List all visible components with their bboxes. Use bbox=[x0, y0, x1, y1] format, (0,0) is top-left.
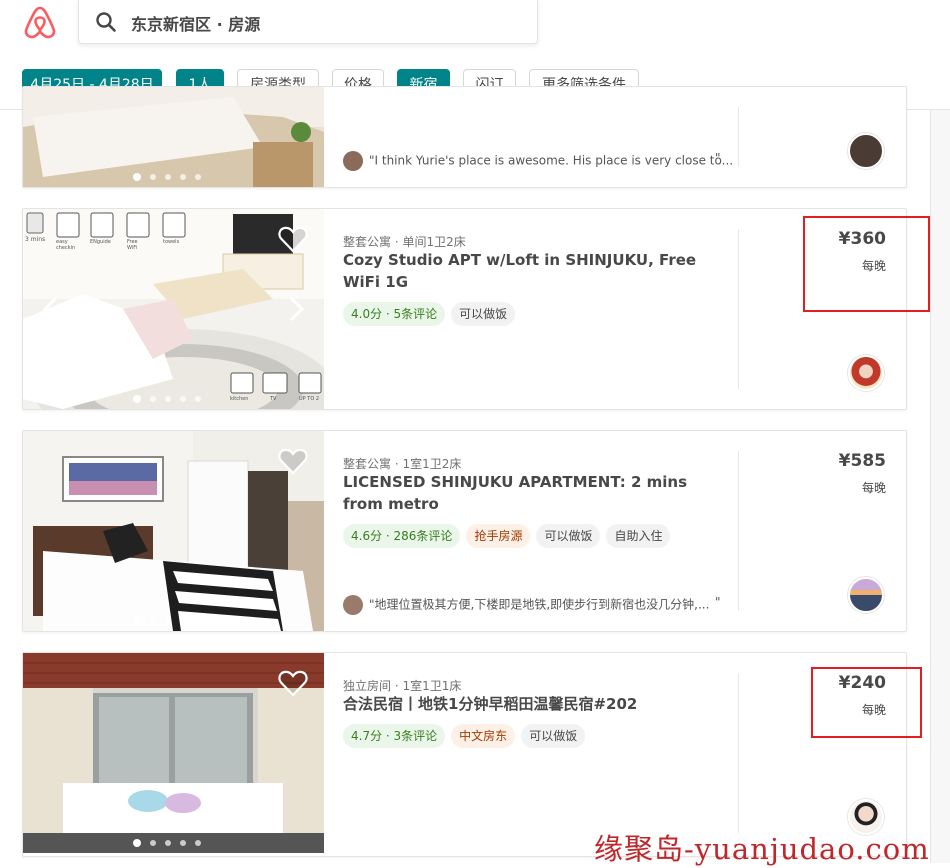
listing-title[interactable]: LICENSED SHINJUKU APARTMENT: 2 mins from… bbox=[343, 471, 713, 515]
search-icon bbox=[96, 12, 116, 32]
listing-card[interactable]: 整套公寓 · 1室1卫2床 LICENSED SHINJUKU APARTMEN… bbox=[22, 430, 907, 632]
listing-photo[interactable] bbox=[23, 653, 324, 853]
search-bar[interactable]: 东京新宿区 · 房源 bbox=[78, 0, 538, 44]
map-panel-edge bbox=[930, 110, 950, 863]
airbnb-logo-icon[interactable] bbox=[22, 4, 58, 40]
listing-type: 独立房间 · 1室1卫1床 bbox=[343, 679, 462, 693]
search-query[interactable]: 东京新宿区 · 房源 bbox=[131, 11, 260, 35]
listing-tags: 4.6分 · 286条评论 抢手房源 可以做饭 自助入住 bbox=[343, 524, 671, 548]
listing-card[interactable]: 3 mins easy checkin ENguide Free WiFi to… bbox=[22, 208, 907, 410]
listing-photo[interactable]: 3 mins easy checkin ENguide Free WiFi to… bbox=[23, 209, 324, 409]
listing-price: ¥585 bbox=[838, 451, 886, 471]
heart-icon[interactable] bbox=[278, 447, 308, 475]
listing-photo[interactable] bbox=[23, 87, 324, 187]
listing-card[interactable]: "I think Yurie's place is awesome. His p… bbox=[22, 86, 907, 188]
heart-icon[interactable] bbox=[278, 669, 308, 697]
highlight-box-price bbox=[811, 667, 922, 738]
feature-badge: 可以做饭 bbox=[451, 302, 516, 326]
column-divider bbox=[738, 229, 739, 389]
heart-icon[interactable] bbox=[278, 225, 308, 253]
host-avatar[interactable] bbox=[848, 133, 884, 169]
listing-tags: 4.0分 · 5条评论 可以做饭 bbox=[343, 302, 516, 326]
review-snippet: "I think Yurie's place is awesome. His p… bbox=[343, 151, 733, 171]
photo-dots bbox=[133, 395, 201, 403]
rating-badge: 4.0分 · 5条评论 bbox=[343, 302, 446, 326]
photo-dots bbox=[133, 173, 201, 181]
rating-badge: 4.6分 · 286条评论 bbox=[343, 524, 461, 548]
listing-tags: 4.7分 · 3条评论 中文房东 可以做饭 bbox=[343, 724, 586, 748]
chevron-left-icon[interactable] bbox=[41, 295, 61, 323]
hot-listing-badge: 抢手房源 bbox=[466, 524, 531, 548]
chevron-right-icon[interactable] bbox=[286, 295, 306, 323]
listing-photo[interactable] bbox=[23, 431, 324, 631]
photo-dots bbox=[133, 839, 201, 847]
feature-badge: 自助入住 bbox=[606, 524, 671, 548]
column-divider bbox=[738, 673, 739, 833]
host-avatar[interactable] bbox=[848, 355, 884, 391]
feature-badge: 可以做饭 bbox=[536, 524, 601, 548]
top-header: 东京新宿区 · 房源 bbox=[0, 0, 950, 60]
listing-title[interactable]: 合法民宿丨地铁1分钟早稻田温馨民宿#202 bbox=[343, 693, 713, 715]
feature-badge: 可以做饭 bbox=[521, 724, 586, 748]
highlight-box-price bbox=[803, 216, 930, 312]
room-photo-graphic bbox=[23, 87, 324, 187]
column-divider bbox=[738, 107, 739, 167]
host-avatar[interactable] bbox=[848, 577, 884, 613]
review-snippet: "地理位置极其方便,下楼即是地铁,即使步行到新宿也没几分钟,... " bbox=[343, 595, 721, 615]
reviewer-avatar bbox=[343, 151, 363, 171]
column-divider bbox=[738, 451, 739, 611]
listing-type: 整套公寓 · 1室1卫2床 bbox=[343, 457, 462, 471]
chinese-host-badge: 中文房东 bbox=[451, 724, 516, 748]
photo-dots bbox=[133, 617, 201, 625]
listing-title[interactable]: Cozy Studio APT w/Loft in SHINJUKU, Free… bbox=[343, 249, 713, 293]
price-unit: 每晚 bbox=[861, 481, 886, 495]
reviewer-avatar bbox=[343, 595, 363, 615]
listing-type: 整套公寓 · 单间1卫2床 bbox=[343, 235, 466, 249]
rating-badge: 4.7分 · 3条评论 bbox=[343, 724, 446, 748]
watermark-text: 缘聚岛-yuanjudao.com bbox=[594, 832, 930, 866]
